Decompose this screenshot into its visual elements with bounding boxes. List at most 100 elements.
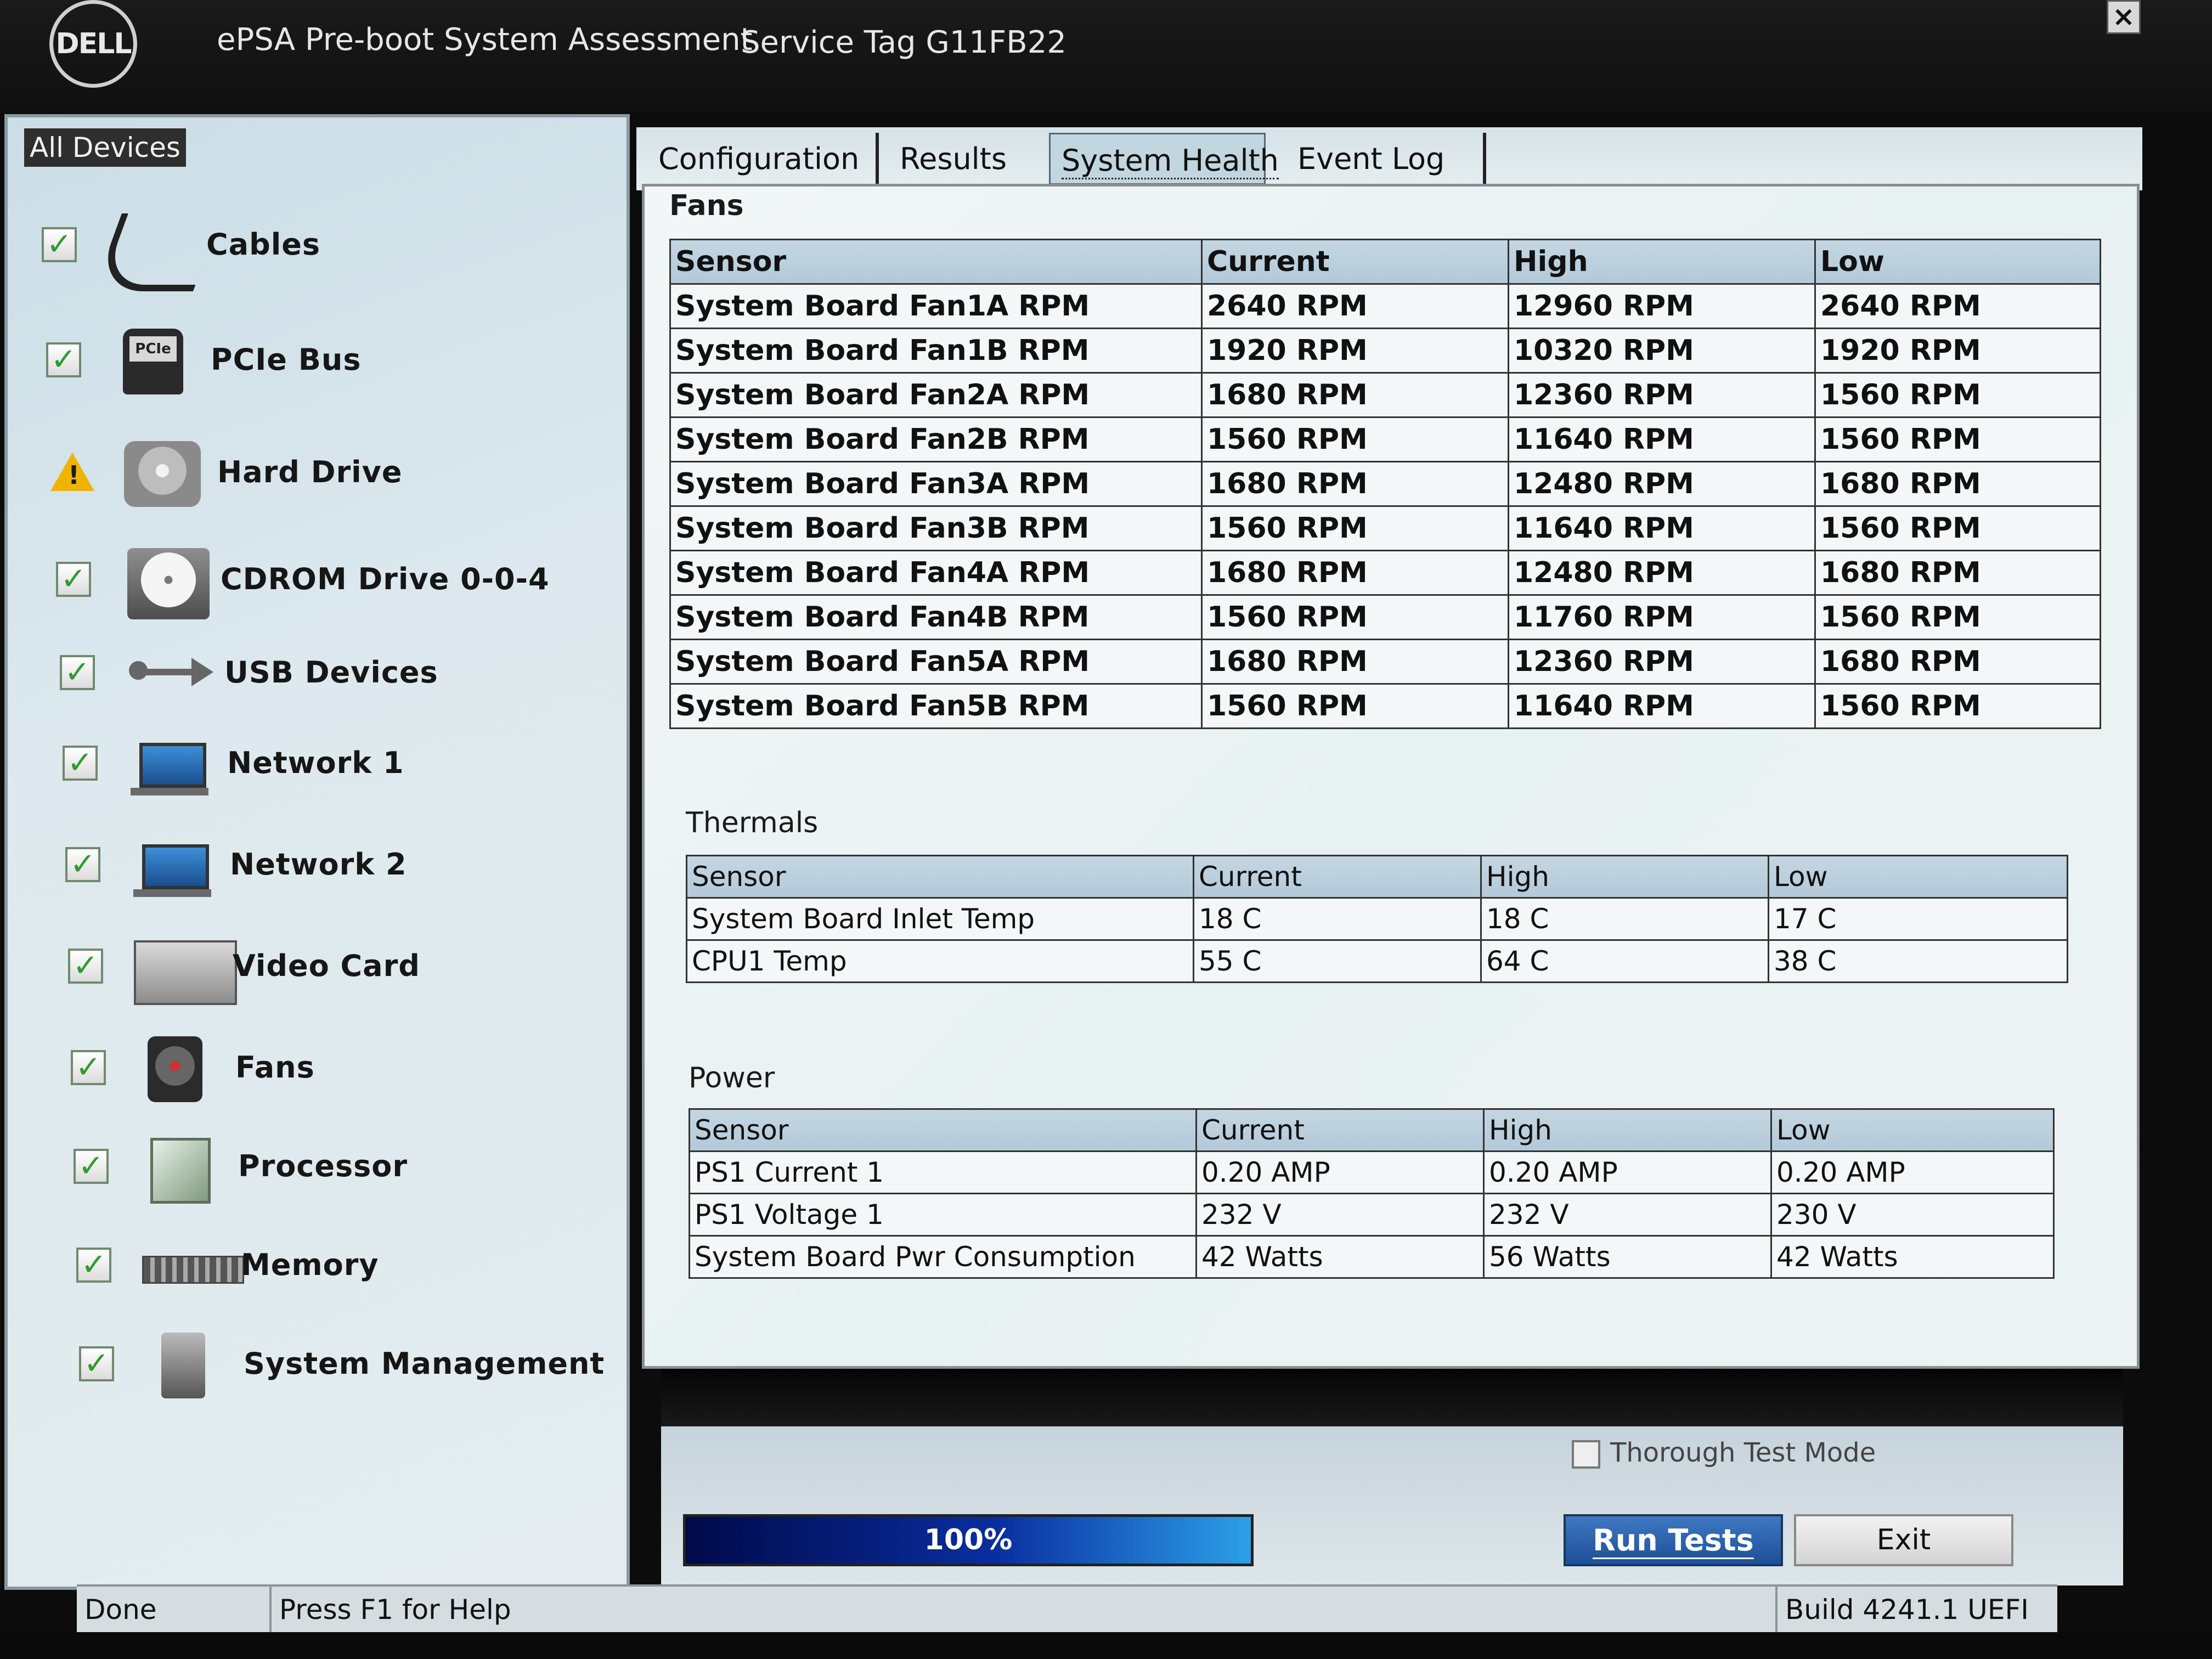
system-management-icon [145, 1327, 227, 1404]
table-header-row: Sensor Current High Low [689, 1108, 2055, 1152]
sensor-name-cell: System Board Fan2B RPM [669, 416, 1203, 462]
status-bar: Done Press F1 for Help Build 4241.1 UEFI [77, 1584, 2057, 1633]
sensor-value-cell: 1680 RPM [1814, 550, 2101, 596]
sensor-name-cell: System Board Fan3B RPM [669, 505, 1203, 551]
column-header: Sensor [686, 855, 1194, 899]
status-build: Build 4241.1 UEFI [1785, 1594, 2029, 1626]
status-help: Press F1 for Help [272, 1587, 1778, 1633]
device-label: Memory [241, 1248, 379, 1282]
check-icon: ✓ [71, 1050, 106, 1085]
column-header: Sensor [669, 239, 1203, 285]
device-label: Hard Drive [217, 455, 403, 489]
table-row: System Board Inlet Temp 18 C 18 C 17 C [686, 897, 2068, 941]
sensor-name-cell: System Board Fan3A RPM [669, 461, 1203, 507]
tab-label: Configuration [658, 142, 860, 176]
sensor-value-cell: 42 Watts [1195, 1235, 1485, 1279]
run-tests-button[interactable]: Run Tests [1564, 1514, 1783, 1566]
table-row: CPU1 Temp 55 C 64 C 38 C [686, 939, 2068, 983]
tab-system-health[interactable]: System Health [1049, 133, 1279, 185]
run-tests-label: Run Tests [1593, 1523, 1754, 1559]
sensor-value-cell: 1560 RPM [1814, 505, 2101, 551]
sensor-name-cell: CPU1 Temp [686, 939, 1194, 983]
pcie-bus-icon [112, 323, 194, 400]
fans-section-title: Fans [669, 189, 744, 222]
sensor-value-cell: 17 C [1768, 897, 2068, 941]
sensor-value-cell: 11640 RPM [1508, 683, 1816, 729]
sensor-value-cell: 55 C [1193, 939, 1482, 983]
sensor-value-cell: 12480 RPM [1508, 550, 1816, 596]
sensor-value-cell: 1560 RPM [1201, 416, 1509, 462]
sensor-name-cell: System Board Fan4B RPM [669, 594, 1203, 640]
table-row: PS1 Voltage 1 232 V 232 V 230 V [689, 1193, 2055, 1237]
column-header: High [1480, 855, 1769, 899]
column-header: Low [1768, 855, 2068, 899]
system-health-panel: Fans Sensor Current High Low System Boar… [642, 184, 2140, 1369]
column-header: Low [1770, 1108, 2055, 1152]
sensor-value-cell: 1560 RPM [1201, 505, 1509, 551]
check-icon: ✓ [65, 847, 100, 882]
sensor-value-cell: 1680 RPM [1814, 461, 2101, 507]
monitor-bezel [0, 1632, 2212, 1659]
column-header: Current [1195, 1108, 1485, 1152]
close-button[interactable]: × [2107, 0, 2141, 34]
service-tag: Service Tag G11FB22 [741, 25, 1066, 60]
device-label: USB Devices [224, 655, 438, 690]
column-header: High [1483, 1108, 1772, 1152]
sensor-value-cell: 1560 RPM [1814, 594, 2101, 640]
thermals-table: Sensor Current High Low System Board Inl… [686, 855, 2068, 983]
table-row: System Board Fan4A RPM 1680 RPM 12480 RPM 1… [669, 550, 2101, 596]
checkbox-icon [1572, 1440, 1600, 1469]
sensor-value-cell: 0.20 AMP [1770, 1150, 2055, 1194]
sensor-value-cell: 1680 RPM [1201, 639, 1509, 685]
tab-configuration[interactable]: Configuration [658, 133, 879, 185]
controls-area: Thorough Test Mode 100% Run Tests Exit [661, 1426, 2123, 1585]
fans-table: Sensor Current High Low System Board Fan… [669, 239, 2101, 729]
video-card-icon [134, 929, 237, 1006]
progress-bar: 100% [683, 1514, 1254, 1566]
sensor-name-cell: System Board Fan5B RPM [669, 683, 1203, 729]
sensor-value-cell: 1560 RPM [1814, 372, 2101, 418]
all-devices-header[interactable]: All Devices [24, 128, 186, 167]
sensor-value-cell: 1680 RPM [1201, 461, 1509, 507]
check-icon: ✓ [74, 1149, 109, 1184]
sensor-name-cell: System Board Fan5A RPM [669, 639, 1203, 685]
sensor-value-cell: 2640 RPM [1201, 283, 1509, 329]
sensor-value-cell: 64 C [1480, 939, 1769, 983]
warning-icon: ! [50, 453, 94, 491]
device-label: PCIe Bus [211, 342, 362, 377]
memory-icon [142, 1228, 244, 1305]
sensor-value-cell: 232 V [1483, 1193, 1772, 1237]
sensor-value-cell: 1680 RPM [1814, 639, 2101, 685]
column-header: Current [1201, 239, 1509, 285]
sensor-value-cell: 12480 RPM [1508, 461, 1816, 507]
device-label: Network 1 [227, 746, 404, 780]
check-icon: ✓ [68, 949, 103, 984]
table-header-row: Sensor Current High Low [669, 239, 2101, 285]
table-row: System Board Fan5A RPM 1680 RPM 12360 RPM 1… [669, 639, 2101, 685]
power-section-title: Power [689, 1062, 775, 1094]
sensor-value-cell: 232 V [1195, 1193, 1485, 1237]
device-label: CDROM Drive 0-0-4 [221, 562, 550, 596]
check-icon: ✓ [60, 655, 95, 690]
tab-results[interactable]: Results [900, 133, 1065, 185]
column-header: Current [1193, 855, 1482, 899]
table-row: System Board Fan1B RPM 1920 RPM 10320 RPM 1… [669, 328, 2101, 374]
sensor-value-cell: 18 C [1193, 897, 1482, 941]
device-label: Video Card [233, 949, 420, 983]
device-label: Network 2 [230, 847, 407, 882]
device-label: Fans [235, 1050, 315, 1085]
check-icon: ✓ [63, 746, 98, 781]
table-row: System Board Fan4B RPM 1560 RPM 11760 RPM 1… [669, 594, 2101, 640]
network-icon [128, 726, 211, 803]
tab-label: Event Log [1297, 142, 1445, 176]
sensor-value-cell: 1560 RPM [1814, 416, 2101, 462]
sensor-name-cell: System Board Fan1B RPM [669, 328, 1203, 374]
exit-button[interactable]: Exit [1794, 1514, 2013, 1566]
table-row: PS1 Current 1 0.20 AMP 0.20 AMP 0.20 AMP [689, 1150, 2055, 1194]
sensor-value-cell: 1560 RPM [1814, 683, 2101, 729]
cdrom-icon [122, 543, 210, 619]
tab-event-log[interactable]: Event Log [1297, 133, 1487, 185]
sensor-value-cell: 38 C [1768, 939, 2068, 983]
thorough-test-mode-checkbox[interactable]: Thorough Test Mode [1572, 1437, 1876, 1469]
sensor-value-cell: 10320 RPM [1508, 328, 1816, 374]
